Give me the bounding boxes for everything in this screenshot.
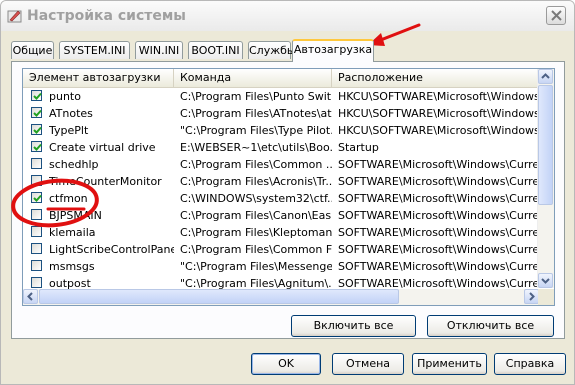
startup-item-command: C:\Program Files\Punto Swit... — [180, 90, 332, 103]
row-checkbox[interactable] — [31, 260, 42, 271]
startup-item-location: HKCU\SOFTWARE\Microsoft\Windows\Cu — [338, 124, 539, 137]
arrow-left-icon — [27, 292, 33, 301]
startup-item-location: HKCU\SOFTWARE\Microsoft\Windows\Cu — [338, 107, 539, 120]
tab-boot-ini[interactable]: BOOT.INI — [188, 41, 243, 59]
startup-item-name: msmsgs — [49, 260, 95, 273]
tab-services[interactable]: Службы — [248, 41, 296, 59]
startup-item-command: C:\Program Files\ATnotes\at... — [180, 107, 332, 120]
app-icon — [7, 8, 23, 24]
startup-item-command: C:\Program Files\Kleptomani... — [180, 226, 332, 239]
system-config-window: Настройка системы Общие SYSTEM.INI WIN.I… — [0, 0, 575, 385]
row-checkbox[interactable] — [31, 192, 42, 203]
startup-item-location: HKCU\SOFTWARE\Microsoft\Windows\Cu — [338, 90, 539, 103]
column-header-location[interactable]: Расположение — [332, 69, 539, 87]
startup-item-name: BJPSMAIN — [49, 209, 102, 222]
enable-all-button[interactable]: Включить все — [291, 315, 416, 337]
startup-list[interactable]: Элемент автозагрузки Команда Расположени… — [22, 68, 555, 306]
horizontal-scroll-thumb[interactable] — [39, 289, 399, 304]
tab-win-ini[interactable]: WIN.INI — [135, 41, 183, 59]
startup-item-name: TypePlt — [49, 124, 89, 137]
startup-item-location: SOFTWARE\Microsoft\Windows\Currentw — [338, 209, 539, 222]
scroll-down-button[interactable] — [538, 273, 553, 288]
startup-item-name: schedhlp — [49, 158, 99, 171]
table-row[interactable]: TimeCounterMonitor C:\Program Files\Acron… — [23, 173, 539, 190]
checkmark-icon — [33, 194, 42, 202]
arrow-right-icon — [529, 292, 535, 301]
column-header-command[interactable]: Команда — [174, 69, 332, 87]
startup-item-name: klemaila — [49, 226, 96, 239]
vertical-scroll-thumb[interactable] — [538, 85, 553, 205]
cancel-button[interactable]: Отмена — [332, 353, 404, 375]
checkmark-icon — [33, 143, 42, 151]
tab-system-ini[interactable]: SYSTEM.INI — [59, 41, 130, 59]
row-checkbox[interactable] — [31, 90, 42, 101]
window-title: Настройка системы — [27, 8, 186, 24]
title-bar[interactable]: Настройка системы — [1, 1, 574, 31]
startup-item-command: C:\Program Files\Canon\Eas... — [180, 209, 332, 222]
row-checkbox[interactable] — [31, 209, 42, 220]
startup-item-name: ctfmon — [49, 192, 88, 205]
startup-item-command: C:\Program Files\Acronis\Tr... — [180, 175, 332, 188]
tab-startup[interactable]: Автозагрузка — [292, 39, 374, 62]
scroll-right-button[interactable] — [524, 289, 539, 304]
table-row[interactable]: klemaila C:\Program Files\Kleptomani... SO… — [23, 224, 539, 241]
row-checkbox[interactable] — [31, 226, 42, 237]
startup-item-name: LightScribeControlPanel — [49, 243, 174, 256]
scroll-left-button[interactable] — [23, 289, 38, 304]
arrow-up-icon — [541, 73, 550, 79]
row-checkbox[interactable] — [31, 124, 42, 135]
startup-item-name: Create virtual drive — [49, 141, 156, 154]
ok-button[interactable]: OK — [251, 353, 321, 375]
tab-general[interactable]: Общие — [11, 41, 54, 59]
checkmark-icon — [33, 126, 42, 134]
startup-item-location: SOFTWARE\Microsoft\Windows\Currentw — [338, 243, 539, 256]
startup-item-name: punto — [49, 90, 81, 103]
table-row[interactable]: TypePlt "C:\Program Files\Type Pilot... HK… — [23, 122, 539, 139]
startup-item-location: SOFTWARE\Microsoft\Windows\Currentw — [338, 260, 539, 273]
scroll-corner — [538, 289, 554, 305]
vertical-scrollbar[interactable] — [537, 69, 554, 288]
startup-item-location: SOFTWARE\Microsoft\Windows\Currentw — [338, 158, 539, 171]
startup-item-command: E:\WEBSER~1\etc\utils\Boo... — [180, 141, 332, 154]
close-icon — [551, 10, 562, 21]
startup-item-command: "C:\Program Files\Type Pilot... — [180, 124, 332, 137]
startup-item-location: SOFTWARE\Microsoft\Windows\Currentw — [338, 226, 539, 239]
horizontal-scrollbar[interactable] — [23, 289, 539, 305]
list-rows: punto C:\Program Files\Punto Swit... HKCU\… — [23, 88, 539, 292]
table-row[interactable]: schedhlp C:\Program Files\Common ... SOFTW… — [23, 156, 539, 173]
arrow-down-icon — [541, 278, 550, 284]
table-row[interactable]: ATnotes C:\Program Files\ATnotes\at... HKC… — [23, 105, 539, 122]
column-header-item[interactable]: Элемент автозагрузки — [23, 69, 174, 87]
help-button[interactable]: Справка — [494, 353, 566, 375]
table-row[interactable]: punto C:\Program Files\Punto Swit... HKCU\… — [23, 88, 539, 105]
list-header: Элемент автозагрузки Команда Расположени… — [23, 69, 539, 88]
startup-item-location: SOFTWARE\Microsoft\Windows\Currentw — [338, 175, 539, 188]
startup-item-location: SOFTWARE\Microsoft\Windows\Currentw — [338, 192, 539, 205]
table-row[interactable]: BJPSMAIN C:\Program Files\Canon\Eas... SOF… — [23, 207, 539, 224]
row-checkbox[interactable] — [31, 158, 42, 169]
apply-button[interactable]: Применить — [412, 353, 487, 375]
row-checkbox[interactable] — [31, 277, 42, 288]
startup-item-name: TimeCounterMonitor — [49, 175, 162, 188]
table-row[interactable]: Create virtual drive E:\WEBSER~1\etc\util… — [23, 139, 539, 156]
startup-item-location: Startup — [338, 141, 379, 154]
disable-all-button[interactable]: Отключить все — [427, 315, 554, 337]
row-checkbox[interactable] — [31, 175, 42, 186]
row-checkbox[interactable] — [31, 141, 42, 152]
checkmark-icon — [33, 109, 42, 117]
table-row[interactable]: msmsgs "C:\Program Files\Messenge... SOFTW… — [23, 258, 539, 275]
scroll-up-button[interactable] — [538, 69, 553, 84]
startup-item-command: C:\Program Files\Common Fi... — [180, 243, 332, 256]
table-row[interactable]: ctfmon C:\WINDOWS\system32\ctf... SOFTWARE… — [23, 190, 539, 207]
startup-item-command: C:\Program Files\Common ... — [180, 158, 332, 171]
close-button[interactable] — [546, 6, 566, 25]
startup-item-name: ATnotes — [49, 107, 93, 120]
checkmark-icon — [33, 92, 42, 100]
startup-item-command: C:\WINDOWS\system32\ctf... — [180, 192, 332, 205]
row-checkbox[interactable] — [31, 107, 42, 118]
row-checkbox[interactable] — [31, 243, 42, 254]
table-row[interactable]: LightScribeControlPanel C:\Program Files\… — [23, 241, 539, 258]
startup-item-command: "C:\Program Files\Messenge... — [180, 260, 332, 273]
